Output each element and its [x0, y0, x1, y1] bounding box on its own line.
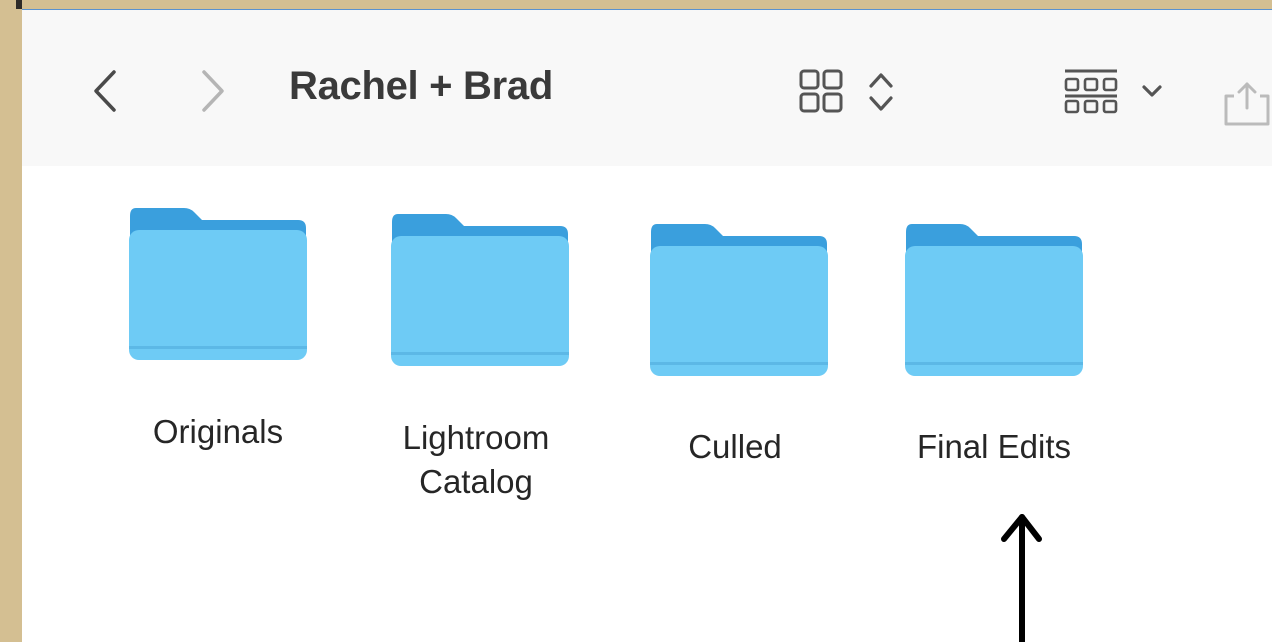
folder-culled[interactable]: [649, 224, 829, 376]
folder-label-line-1: Lightroom: [402, 419, 550, 456]
folder-label-final-edits: Final Edits: [916, 428, 1072, 465]
grid-view-icon[interactable]: [798, 68, 846, 116]
annotation-arrow-icon: [1001, 514, 1042, 642]
folder-icon: [129, 208, 307, 360]
chevron-left-icon[interactable]: [90, 68, 120, 114]
folder-label-lightroom-catalog: Lightroom Catalog: [366, 416, 586, 504]
folder-originals[interactable]: [128, 208, 308, 360]
folder-grid: Originals Lightroom Catalog Culled Final…: [22, 166, 1272, 642]
folder-label-originals: Originals: [152, 413, 284, 450]
folder-icon: [905, 224, 1083, 376]
folder-lightroom-catalog[interactable]: [390, 214, 570, 366]
folder-icon: [650, 224, 828, 376]
chevron-down-icon[interactable]: [1140, 82, 1164, 100]
finder-window: Rachel + Brad Originals Lightroom Catalo…: [22, 9, 1272, 642]
folder-label-culled: Culled: [688, 428, 782, 465]
chevron-right-icon[interactable]: [198, 68, 228, 114]
group-by-icon[interactable]: [1062, 68, 1120, 116]
share-icon[interactable]: [1222, 82, 1272, 126]
frame-corner-mark: [16, 0, 22, 9]
folder-label-line-2: Catalog: [419, 463, 533, 500]
folder-icon: [391, 214, 569, 366]
frame-top-strip: [0, 0, 1272, 9]
toolbar: Rachel + Brad: [22, 10, 1272, 166]
up-down-chevron-icon[interactable]: [866, 70, 896, 114]
window-title: Rachel + Brad: [289, 64, 553, 108]
folder-final-edits[interactable]: [904, 224, 1084, 376]
